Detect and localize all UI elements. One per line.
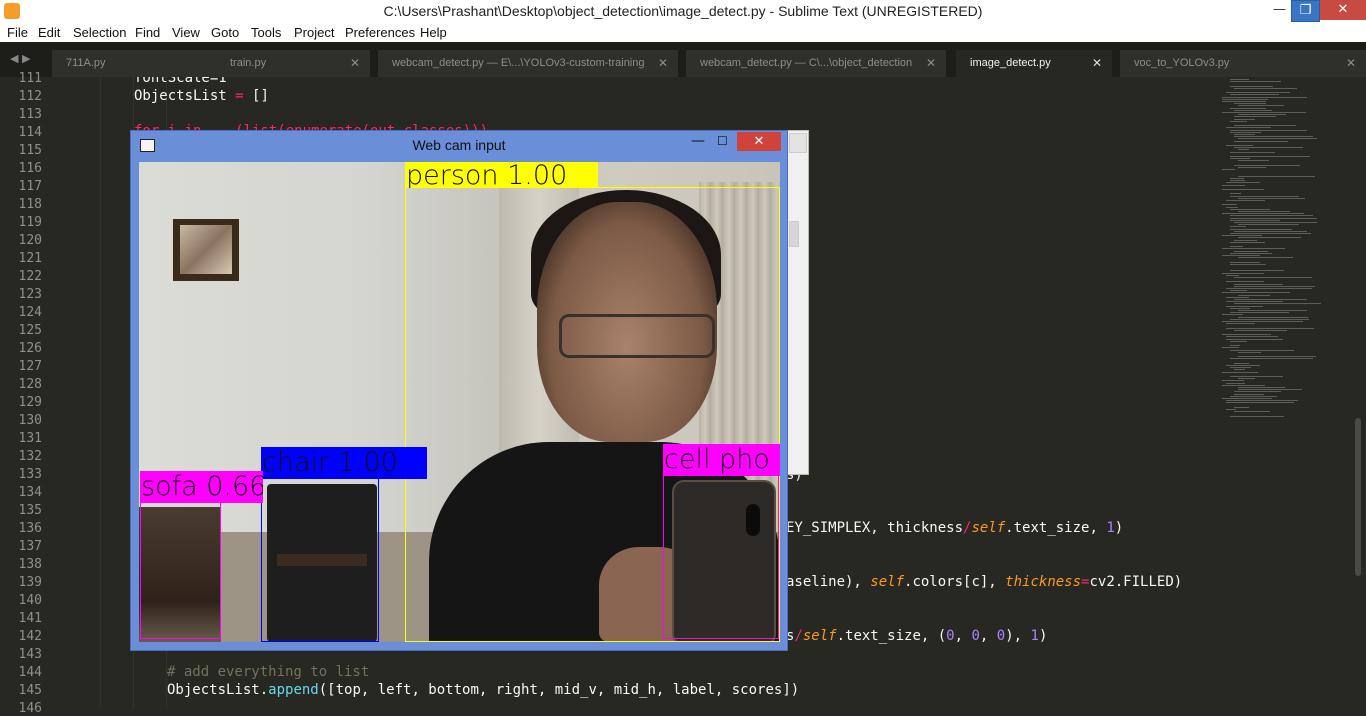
line-number: 115 — [18, 143, 42, 158]
line-number: 131 — [18, 431, 42, 446]
tab-label: webcam_detect.py — C\...\object_detectio… — [700, 57, 913, 69]
line-number: 126 — [18, 341, 42, 356]
tab-close-icon[interactable]: ✕ — [1092, 50, 1102, 76]
line-number: 117 — [18, 179, 42, 194]
tab-label: image_detect.py — [970, 57, 1051, 69]
detection-box-sofa — [140, 502, 221, 639]
close-button[interactable]: ✕ — [1320, 0, 1366, 20]
line-number: 118 — [18, 197, 42, 212]
detection-label-cell-phone: cell pho — [663, 444, 780, 476]
tab-label: voc_to_YOLOv3.py — [1134, 57, 1230, 69]
line-number: 127 — [18, 359, 42, 374]
line-number: 134 — [18, 485, 42, 500]
code-line-136: EY_SIMPLEX, thickness/self.text_size, 1) — [786, 520, 1124, 536]
background-dialog — [787, 130, 809, 475]
line-number: 135 — [18, 503, 42, 518]
line-number: 122 — [18, 269, 42, 284]
line-number: 129 — [18, 395, 42, 410]
tab-voc-to-yolov3[interactable]: voc_to_YOLOv3.py ✕ — [1120, 50, 1366, 77]
line-number: 145 — [18, 683, 42, 698]
code-line-144: # add everything to list — [167, 664, 370, 680]
restore-button[interactable]: ❐ — [1291, 0, 1320, 22]
line-number: 119 — [18, 215, 42, 230]
menu-preferences[interactable]: Preferences — [345, 25, 415, 40]
tab-label: webcam_detect.py — E\...\YOLOv3-custom-t… — [392, 57, 645, 69]
code-line-145: ObjectsList.append([top, left, bottom, r… — [167, 682, 800, 698]
line-number: 142 — [18, 629, 42, 644]
detection-label-chair: chair 1.00 — [261, 447, 427, 479]
tab-scroll-arrows[interactable]: ◀ ▶ — [10, 52, 30, 65]
line-number: 123 — [18, 287, 42, 302]
line-number: 114 — [18, 125, 42, 140]
tab-webcam-detect-e[interactable]: webcam_detect.py — E\...\YOLOv3-custom-t… — [378, 50, 678, 77]
webcam-close-button[interactable]: ✕ — [737, 132, 781, 151]
detection-label-person: person 1.00 — [405, 162, 598, 188]
tab-train[interactable]: train.py ✕ — [216, 50, 370, 77]
tab-bar: ◀ ▶ 711A.py ✕ train.py ✕ webcam_detect.py … — [0, 42, 1366, 77]
code-line-111: fontScale=1 — [134, 77, 227, 86]
line-number: 137 — [18, 539, 42, 554]
minimize-button[interactable]: — — [1266, 0, 1293, 20]
line-number: 144 — [18, 665, 42, 680]
line-number: 116 — [18, 161, 42, 176]
line-number: 138 — [18, 557, 42, 572]
tab-close-icon[interactable]: ✕ — [1346, 50, 1356, 76]
webcam-window-title: Web cam input — [412, 137, 506, 153]
line-number: 141 — [18, 611, 42, 626]
menu-selection[interactable]: Selection — [73, 25, 126, 40]
menu-file[interactable]: File — [7, 25, 28, 40]
line-number: 146 — [18, 701, 42, 716]
detection-box-chair — [261, 478, 379, 642]
line-number: 121 — [18, 251, 42, 266]
line-number-gutter: 111 112 113 114 115 116 117 118 119 120 121 122 123 1… — [0, 71, 62, 716]
menu-tools[interactable]: Tools — [251, 25, 281, 40]
line-number: 139 — [18, 575, 42, 590]
menu-help[interactable]: Help — [420, 25, 447, 40]
line-number: 143 — [18, 647, 42, 662]
tab-webcam-detect-c[interactable]: webcam_detect.py — C\...\object_detectio… — [686, 50, 946, 77]
code-line-139: aseline), self.colors[c], thickness=cv2.… — [786, 574, 1183, 590]
line-number: 120 — [18, 233, 42, 248]
tab-close-icon[interactable]: ✕ — [658, 50, 668, 76]
wall-picture — [173, 219, 239, 281]
detection-label-sofa: sofa 0.66 — [140, 471, 263, 503]
line-number: 124 — [18, 305, 42, 320]
line-number: 132 — [18, 449, 42, 464]
tab-close-icon[interactable]: ✕ — [926, 50, 936, 76]
detection-box-cell-phone — [663, 475, 779, 639]
line-number: 130 — [18, 413, 42, 428]
menu-edit[interactable]: Edit — [38, 25, 60, 40]
line-number: 140 — [18, 593, 42, 608]
menu-goto[interactable]: Goto — [211, 25, 239, 40]
code-line-142: s/self.text_size, (0, 0, 0), 1) — [786, 628, 1048, 644]
tab-image-detect[interactable]: image_detect.py ✕ — [956, 50, 1112, 77]
vertical-scrollbar[interactable] — [1355, 418, 1361, 576]
title-bar: C:\Users\Prashant\Desktop\object_detecti… — [0, 0, 1366, 24]
menu-find[interactable]: Find — [135, 25, 160, 40]
menu-project[interactable]: Project — [294, 25, 334, 40]
minimap[interactable] — [1218, 77, 1358, 708]
line-number: 133 — [18, 467, 42, 482]
tab-close-icon[interactable]: ✕ — [350, 50, 360, 76]
tab-label: 711A.py — [66, 57, 106, 69]
menu-view[interactable]: View — [172, 25, 200, 40]
line-number: 125 — [18, 323, 42, 338]
line-number: 111 — [18, 71, 42, 86]
tab-label: train.py — [230, 57, 267, 69]
webcam-minimize-button[interactable]: — — [691, 133, 705, 149]
menu-bar: File Edit Selection Find View Goto Tools… — [0, 24, 1366, 42]
line-number: 113 — [18, 107, 42, 122]
line-number: 112 — [18, 89, 42, 104]
webcam-maximize-button[interactable]: ☐ — [717, 134, 728, 148]
code-line-112: ObjectsList = [] — [134, 88, 269, 104]
webcam-frame: person 1.00 chair 1.00 sofa 0.66 cell ph… — [139, 162, 780, 642]
line-number: 128 — [18, 377, 42, 392]
webcam-window[interactable]: Web cam input — ☐ ✕ person 1.00 chair 1.… — [130, 130, 788, 651]
window-title: C:\Users\Prashant\Desktop\object_detecti… — [383, 3, 983, 19]
line-number: 136 — [18, 521, 42, 536]
